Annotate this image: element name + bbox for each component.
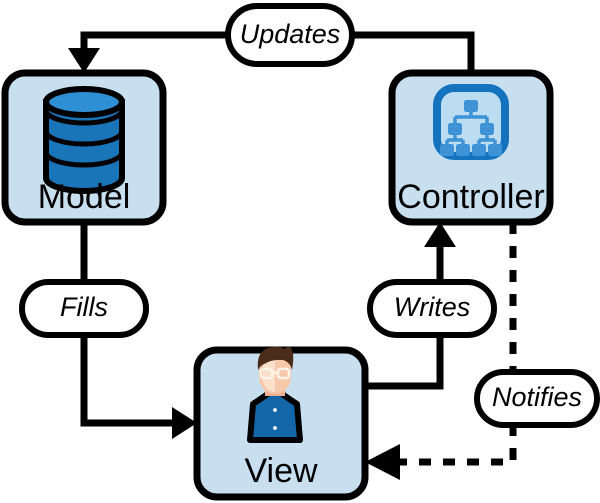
edge-label-fills[interactable]: Fills [19,279,149,338]
edge-label-fills-text: Fills [60,292,108,322]
node-controller[interactable]: Controller [388,69,554,226]
edge-writes-path-bottom [365,335,444,390]
edge-writes-arrowhead [424,222,456,247]
node-view[interactable]: View [193,346,369,501]
node-model[interactable]: Model [1,69,167,226]
edge-notifies-path-bottom [400,424,517,466]
node-model-label: Model [38,178,131,216]
edge-updates-path [352,31,475,73]
edge-updates-arrowhead [68,48,100,73]
edge-label-writes[interactable]: Writes [367,279,497,338]
edge-fills-arrowhead [172,407,197,439]
mvc-diagram: Model Controller View Updates Fills Writ… [0,0,600,503]
edge-label-writes-text: Writes [394,292,471,322]
edge-label-notifies-text: Notifies [492,382,582,412]
edge-updates-path-left [80,31,228,56]
hierarchy-icon [433,84,509,160]
edge-notifies-arrowhead [365,444,400,480]
edge-label-updates[interactable]: Updates [225,3,355,67]
edge-label-notifies[interactable]: Notifies [474,369,600,428]
edge-label-updates-text: Updates [240,19,341,49]
diagram-canvas: Model Controller View Updates Fills Writ… [1,3,600,501]
edge-fills-path-bottom [80,335,180,427]
node-view-label: View [244,452,318,490]
database-icon [43,86,125,194]
node-controller-label: Controller [397,178,544,216]
database-icon-top [43,86,125,118]
user-avatar-icon-shirt [247,389,303,443]
